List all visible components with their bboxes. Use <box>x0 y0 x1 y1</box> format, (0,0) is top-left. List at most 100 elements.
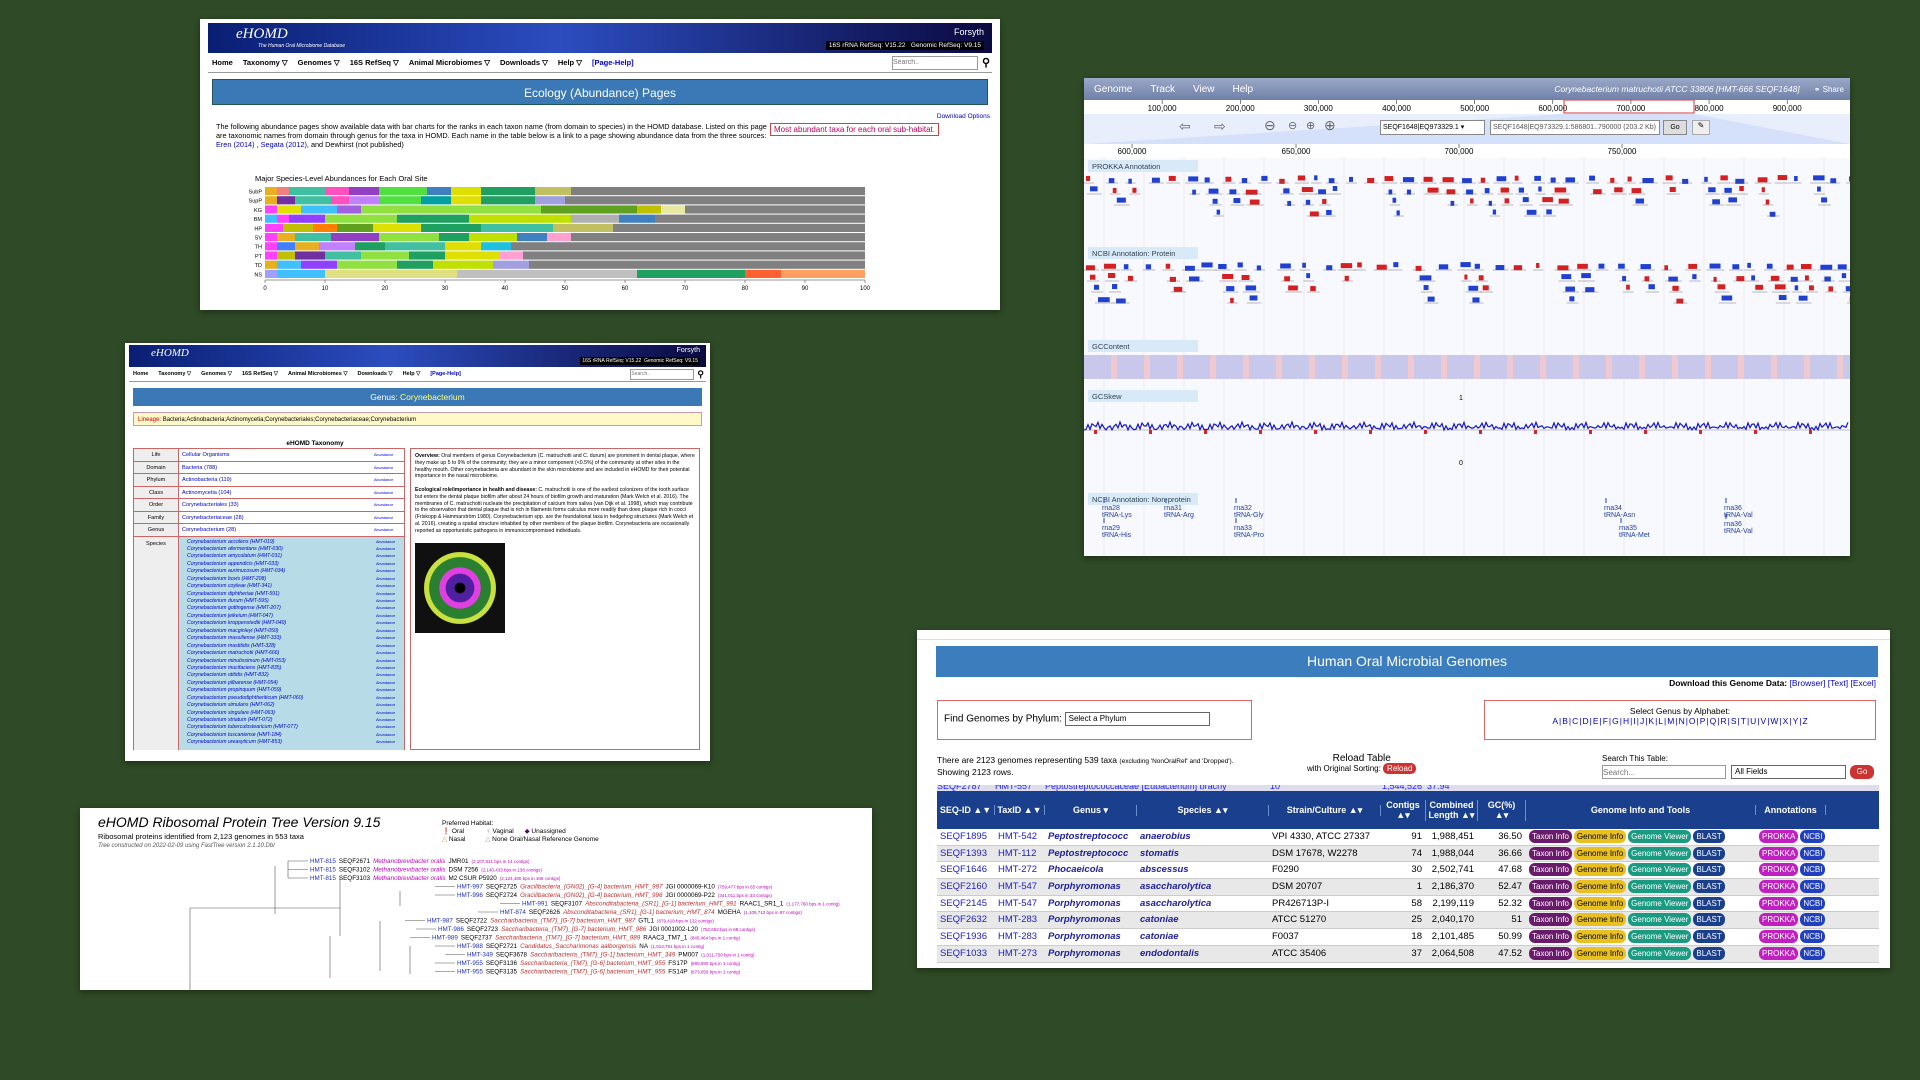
ncbi-button[interactable]: NCBI <box>1800 846 1826 860</box>
abundance-link[interactable]: Abundance <box>376 620 404 627</box>
genome-viewer-button[interactable]: Genome Viewer <box>1628 830 1692 843</box>
alpha-link-O[interactable]: O <box>1689 716 1696 726</box>
fields-select[interactable]: All Fields <box>1731 765 1846 779</box>
taxon-info-button[interactable]: Taxon Info <box>1529 880 1572 894</box>
alpha-link-K[interactable]: K <box>1648 716 1654 726</box>
abundance-link[interactable]: Abundance <box>376 539 404 546</box>
taxid-link[interactable]: HMT-547 <box>995 896 1045 912</box>
genome-viewer-button[interactable]: Genome Viewer <box>1628 946 1692 960</box>
genome-info-button[interactable]: Genome Info <box>1573 896 1627 910</box>
genome-info-button[interactable]: Genome Info <box>1573 863 1627 877</box>
taxid-link[interactable]: HMT-283 <box>995 912 1045 928</box>
source-eren[interactable]: Eren (2014) <box>216 140 255 149</box>
prokka-button[interactable]: PROKKA <box>1759 880 1799 894</box>
column-header[interactable]: Contigs ▲▾ <box>1381 799 1426 821</box>
alpha-link-P[interactable]: P <box>1700 716 1706 726</box>
species-item[interactable]: Corynebacterium macginleyi (HMT-050) Abun… <box>187 628 404 635</box>
genus-cell[interactable]: Phocaeicola <box>1045 862 1137 878</box>
taxon-link[interactable]: Corynebacteriales (33) <box>179 499 374 511</box>
species-item[interactable]: Corynebacterium pseudodiphtheriticum (HM… <box>187 695 404 702</box>
species-item[interactable]: Corynebacterium ureasyticum (HMT-853) Abu… <box>187 739 404 746</box>
species-name[interactable]: Corynebacterium singulare (HMT-063) <box>187 710 376 717</box>
species-item[interactable]: Corynebacterium striatum (HMT-072) Abunda… <box>187 717 404 724</box>
blast-button[interactable]: BLAST <box>1693 846 1725 860</box>
abundance-link[interactable]: Abundance <box>376 672 404 679</box>
abundance-link[interactable]: Abundance <box>374 462 404 474</box>
species-name[interactable]: Corynebacterium mastitidis (HMT-328) <box>187 643 376 650</box>
species-name[interactable]: Corynebacterium matruchotii (HMT-666) <box>187 650 376 657</box>
abundance-link[interactable]: Abundance <box>374 524 404 536</box>
taxid-link[interactable]: HMT-547 <box>995 879 1045 895</box>
species-item[interactable]: Corynebacterium otitidis (HMT-832) Abunda… <box>187 672 404 679</box>
alpha-link-J[interactable]: J <box>1640 716 1644 726</box>
nav-home[interactable]: Home <box>133 371 148 377</box>
abundance-link[interactable]: Abundance <box>376 568 404 575</box>
column-header[interactable]: Strain/Culture ▲▾ <box>1269 804 1381 816</box>
menu-help[interactable]: Help <box>1233 84 1254 95</box>
alpha-link-Y[interactable]: Y <box>1793 716 1799 726</box>
species-name[interactable]: Corynebacterium otitidis (HMT-832) <box>187 672 376 679</box>
alpha-link-M[interactable]: M <box>1667 716 1674 726</box>
species-name[interactable]: Corynebacterium appendicis (HMT-033) <box>187 561 376 568</box>
prokka-button[interactable]: PROKKA <box>1759 930 1799 944</box>
prokka-button[interactable]: PROKKA <box>1759 846 1799 860</box>
go-button[interactable]: Go <box>1663 120 1687 135</box>
alpha-link-A[interactable]: A <box>1552 716 1558 726</box>
download-text[interactable]: [Text] <box>1828 678 1848 688</box>
seq-id-link[interactable]: SEQF1646 <box>937 862 995 878</box>
nav-help[interactable]: Help ▽ <box>403 371 421 377</box>
alpha-link-N[interactable]: N <box>1679 716 1685 726</box>
locus-input[interactable]: SEQF1648|EQ973329.1:586801..790000 (203.… <box>1490 120 1660 135</box>
species-item[interactable]: Corynebacterium bovis (HMT-208) Abundance <box>187 576 404 583</box>
taxid-link[interactable]: HMT-112 <box>995 846 1045 862</box>
ref-select[interactable]: SEQF1648|EQ973329.1 ▾ <box>1380 120 1485 135</box>
search-input[interactable] <box>630 368 695 380</box>
species-item[interactable]: Corynebacterium matruchotii (HMT-666) Abu… <box>187 650 404 657</box>
pan-left-icon[interactable]: ⇦ <box>1179 118 1191 135</box>
abundance-link[interactable]: Abundance <box>376 739 404 746</box>
genus-cell[interactable]: Porphyromonas <box>1045 946 1137 962</box>
search-icon[interactable]: ⚲ <box>982 56 990 69</box>
zoom-out-small-icon[interactable]: ⊖ <box>1288 119 1297 132</box>
blast-button[interactable]: BLAST <box>1693 896 1725 910</box>
species-name[interactable]: Corynebacterium coyleae (HMT-341) <box>187 583 376 590</box>
species-name[interactable]: Corynebacterium tuscaniense (HMT-184) <box>187 732 376 739</box>
nav-animal[interactable]: Animal Microbiomes ▽ <box>288 371 348 377</box>
seq-id-link[interactable]: SEQF2632 <box>937 912 995 928</box>
genome-info-button[interactable]: Genome Info <box>1573 846 1627 860</box>
zoom-in-small-icon[interactable]: ⊕ <box>1306 119 1315 132</box>
abundance-link[interactable]: Abundance <box>376 702 404 709</box>
ncbi-button[interactable]: NCBI <box>1800 913 1826 927</box>
alpha-link-I[interactable]: I <box>1633 716 1635 726</box>
genus-cell[interactable]: Porphyromonas <box>1045 929 1137 945</box>
search-icon[interactable]: ⚲ <box>697 369 704 380</box>
nav-downloads[interactable]: Downloads ▽ <box>500 58 548 67</box>
nav-taxonomy[interactable]: Taxonomy ▽ <box>243 58 288 67</box>
forsyth-brand[interactable]: Forsyth <box>677 347 700 354</box>
species-item[interactable]: Corynebacterium kroppenstedtii (HMT-049)… <box>187 620 404 627</box>
column-header[interactable]: GC(%) ▲▾ <box>1478 799 1526 821</box>
species-name[interactable]: Corynebacterium durum (HMT-595) <box>187 598 376 605</box>
menu-genome[interactable]: Genome <box>1094 84 1132 95</box>
abundance-link[interactable]: Abundance <box>376 583 404 590</box>
species-name[interactable]: Corynebacterium tuberculostearicum (HMT-… <box>187 724 376 731</box>
nav-animal[interactable]: Animal Microbiomes ▽ <box>409 58 490 67</box>
column-header[interactable]: Annotations <box>1756 805 1826 815</box>
alpha-link-H[interactable]: H <box>1623 716 1629 726</box>
genome-info-button[interactable]: Genome Info <box>1573 880 1627 894</box>
taxid-link[interactable]: HMT-283 <box>995 929 1045 945</box>
abundance-link[interactable]: Abundance <box>376 605 404 612</box>
taxon-info-button[interactable]: Taxon Info <box>1529 830 1572 843</box>
table-search-input[interactable] <box>1602 765 1726 779</box>
column-header[interactable]: SEQ-ID ▲▼ <box>937 805 995 815</box>
abundance-link[interactable]: Abundance <box>376 695 404 702</box>
species-name[interactable]: Corynebacterium ureasyticum (HMT-853) <box>187 739 376 746</box>
species-name[interactable]: Corynebacterium afermentans (HMT-030) <box>187 546 376 553</box>
genus-cell[interactable]: Porphyromonas <box>1045 896 1137 912</box>
species-cell[interactable]: abscessus <box>1137 862 1269 878</box>
abundance-link[interactable]: Abundance <box>376 724 404 731</box>
species-cell[interactable]: endodontalis <box>1137 946 1269 962</box>
taxon-link[interactable]: Bacteria (788) <box>179 462 374 474</box>
taxon-link[interactable]: Cellular Organisms <box>179 449 374 461</box>
abundance-link[interactable]: Abundance <box>376 546 404 553</box>
